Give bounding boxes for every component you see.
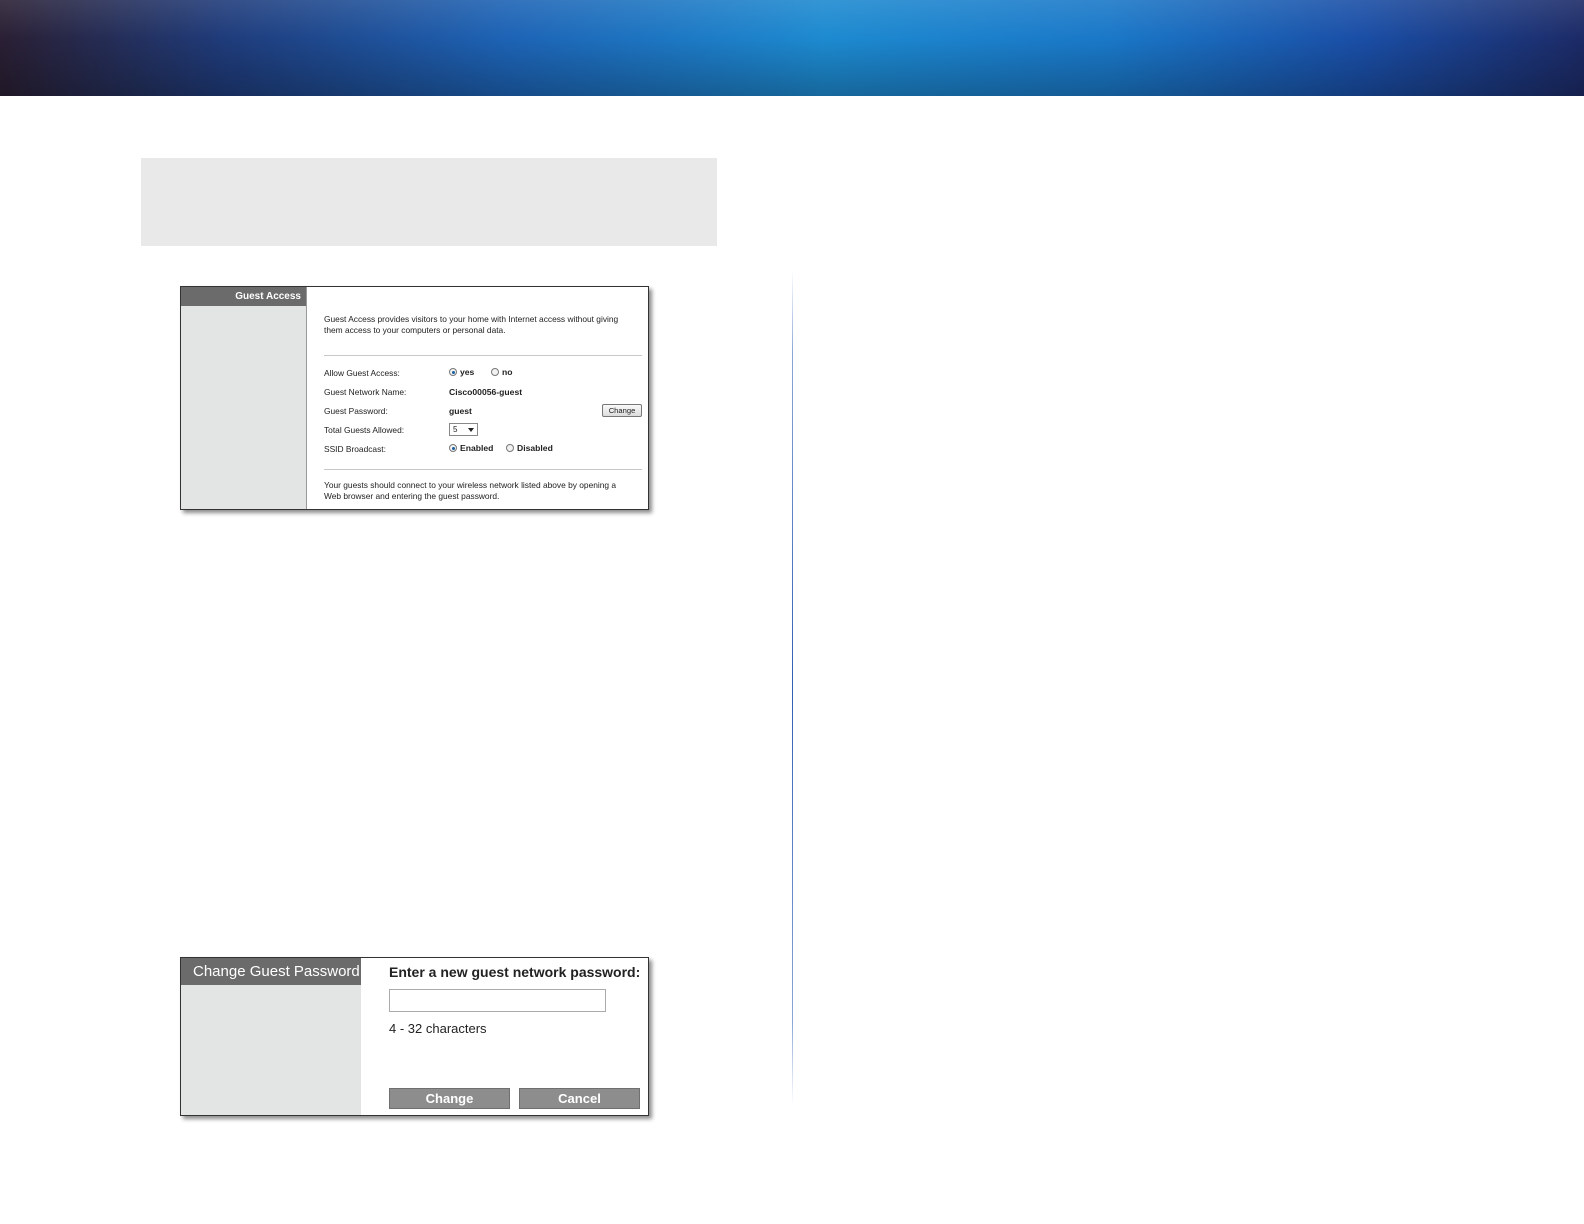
guest-access-footer: Your guests should connect to your wirel…	[324, 480, 617, 501]
divider	[324, 355, 642, 356]
change-password-section-title: Change Guest Password	[181, 958, 361, 985]
change-password-button[interactable]: Change	[602, 404, 642, 417]
total-guests-row: Total Guests Allowed: 5	[324, 423, 642, 437]
guest-access-panel: Guest Access Guest Access provides visit…	[180, 286, 649, 510]
allow-yes-label: yes	[460, 367, 475, 377]
cancel-button[interactable]: Cancel	[519, 1088, 640, 1109]
total-guests-label: Total Guests Allowed:	[324, 425, 405, 435]
change-guest-password-panel: Change Guest Password Enter a new guest …	[180, 957, 649, 1116]
radio-selected-icon	[449, 444, 457, 452]
guest-password-label: Guest Password:	[324, 406, 388, 416]
divider	[324, 469, 642, 470]
total-guests-select[interactable]: 5	[449, 423, 478, 436]
allow-guest-access-label: Allow Guest Access:	[324, 368, 400, 378]
guest-access-intro: Guest Access provides visitors to your h…	[324, 314, 619, 335]
header-band	[141, 158, 717, 246]
ssid-enabled-label: Enabled	[460, 443, 494, 453]
guest-access-content: Guest Access provides visitors to your h…	[324, 287, 642, 509]
ssid-broadcast-row: SSID Broadcast: Enabled Disabled	[324, 442, 642, 456]
change-button[interactable]: Change	[389, 1088, 510, 1109]
top-banner	[0, 0, 1584, 96]
guest-network-name-value: Cisco00056-guest	[449, 387, 523, 397]
allow-yes-radio[interactable]: yes	[449, 367, 474, 377]
new-password-input[interactable]	[389, 989, 606, 1012]
radio-unselected-icon	[506, 444, 514, 452]
change-password-content: Enter a new guest network password: 4 - …	[389, 958, 642, 1115]
guest-password-value: guest	[449, 406, 472, 416]
radio-selected-icon	[449, 368, 457, 376]
guest-password-row: Guest Password: guest Change	[324, 404, 642, 418]
ssid-disabled-radio[interactable]: Disabled	[506, 443, 553, 453]
radio-unselected-icon	[491, 368, 499, 376]
ssid-broadcast-label: SSID Broadcast:	[324, 444, 386, 454]
allow-no-label: no	[502, 367, 513, 377]
dropdown-arrow-icon	[468, 428, 474, 432]
change-password-sidebar: Change Guest Password	[181, 958, 361, 1115]
allow-guest-access-row: Allow Guest Access: yes no	[324, 366, 642, 380]
new-password-prompt: Enter a new guest network password:	[389, 964, 641, 980]
guest-access-section-title: Guest Access	[181, 287, 306, 306]
guest-network-name-label: Guest Network Name:	[324, 387, 407, 397]
allow-no-radio[interactable]: no	[491, 367, 513, 377]
guest-network-name-row: Guest Network Name: Cisco00056-guest	[324, 385, 642, 399]
total-guests-value: 5	[453, 425, 458, 434]
column-divider	[792, 270, 793, 1105]
ssid-enabled-radio[interactable]: Enabled	[449, 443, 493, 453]
guest-access-sidebar: Guest Access	[181, 287, 307, 509]
password-length-hint: 4 - 32 characters	[389, 1021, 487, 1036]
ssid-disabled-label: Disabled	[517, 443, 553, 453]
